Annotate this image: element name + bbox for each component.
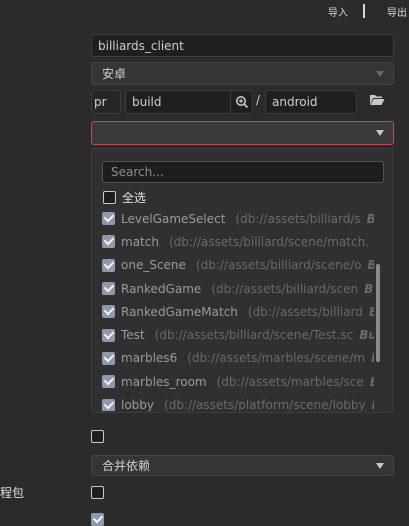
option-checkbox-2[interactable] — [91, 486, 104, 499]
select-all-checkbox[interactable] — [103, 191, 116, 204]
item-bundle-tag: Bundle — [367, 212, 374, 226]
item-bundle-tag: Bundle — [370, 375, 374, 389]
list-item[interactable]: one_Scene (db://assets/billiard/scene/o Bu… — [102, 254, 374, 277]
item-checkbox[interactable] — [102, 282, 115, 296]
item-bundle-tag: Bundle — [371, 351, 374, 365]
search-placeholder: Search... — [111, 165, 164, 179]
path-separator: / — [256, 93, 261, 107]
list-item[interactable]: LevelGameSelect (db://assets/billiard/s Bu… — [102, 207, 374, 230]
item-path: (db://assets/billiard — [247, 304, 363, 319]
item-checkbox[interactable] — [102, 328, 115, 342]
item-checkbox[interactable] — [102, 305, 115, 319]
setting-label: 程包 — [0, 486, 25, 500]
list-item[interactable]: match(db://assets/billiard/scene/match.B… — [102, 230, 374, 253]
path-prefix: pr — [91, 90, 121, 114]
item-path: (db://assets/platform/scene/lobby — [164, 398, 366, 411]
chevron-down-icon — [376, 130, 384, 136]
item-checkbox[interactable] — [102, 212, 115, 226]
item-path: (db://assets/billiard/scene/Test.sc — [154, 328, 354, 343]
path-prefix-label: pr — [94, 95, 107, 109]
scrollbar-thumb[interactable] — [376, 264, 380, 362]
item-bundle-tag: Bundle — [372, 398, 374, 411]
build-dir-input[interactable]: build — [125, 90, 231, 114]
select-all-row[interactable]: 全选 — [103, 189, 146, 206]
option-checkbox-1[interactable] — [91, 430, 104, 443]
search-input[interactable]: Search... — [102, 161, 384, 183]
merge-deps-value: 合并依赖 — [102, 459, 151, 473]
folder-button[interactable] — [362, 88, 392, 112]
item-checkbox[interactable] — [102, 398, 115, 411]
folder-open-icon — [370, 95, 385, 105]
list-item[interactable]: RankedGameMatch (db://assets/billiard Bund… — [102, 300, 374, 323]
item-name: match — [121, 234, 159, 249]
item-checkbox[interactable] — [102, 351, 115, 365]
platform-select: 安卓 — [91, 62, 394, 85]
item-name: RankedGame — [121, 281, 202, 296]
list-item[interactable]: marbles_room (db://assets/marbles/sce Bund… — [102, 370, 374, 393]
item-bundle-tag: Bundle — [369, 305, 374, 319]
item-bundle-tag: Bundle — [359, 328, 374, 343]
bundle-dropdown-popup: Search... 全选 LevelGameSelect (db://assets… — [91, 148, 393, 413]
chevron-down-icon — [376, 70, 384, 77]
item-bundle-tag: Bundle — [364, 281, 374, 296]
item-path: (db://assets/billiard/scen — [211, 281, 359, 296]
build-dir-value: build — [132, 95, 162, 109]
item-checkbox[interactable] — [102, 235, 115, 249]
list-item[interactable]: RankedGame (db://assets/billiard/scen Bund… — [102, 277, 374, 300]
item-path: (db://assets/billiard/scene/match. — [168, 234, 369, 249]
item-name: RankedGameMatch — [121, 304, 238, 319]
item-checkbox[interactable] — [102, 375, 115, 389]
list-item[interactable]: lobby (db://assets/platform/scene/lobby Bu… — [102, 393, 374, 411]
merge-deps-select[interactable]: 合并依赖 — [91, 455, 394, 476]
item-path: (db://assets/billiard/s — [235, 211, 361, 226]
item-checkbox[interactable] — [102, 258, 115, 272]
list-item[interactable]: marbles6 (db://assets/marbles/scene/m Bund… — [102, 347, 374, 370]
bundle-list: LevelGameSelect (db://assets/billiard/s Bu… — [102, 207, 374, 411]
option-checkbox-3[interactable] — [91, 513, 104, 526]
app-name-field[interactable]: billiards_client — [91, 34, 394, 57]
list-item[interactable]: Test (db://assets/billiard/scene/Test.sc B… — [102, 323, 374, 346]
export-link[interactable]: 导出 — [387, 4, 407, 19]
item-path: (db://assets/marbles/scene/m — [187, 351, 366, 366]
item-path: (db://assets/marbles/sce — [216, 374, 364, 389]
item-name: marbles6 — [121, 351, 178, 366]
select-all-label: 全选 — [122, 191, 147, 205]
chevron-down-icon — [376, 462, 384, 469]
bundle-select[interactable] — [91, 121, 394, 145]
item-bundle-tag: Bundle — [368, 258, 374, 272]
app-name-value: billiards_client — [98, 38, 184, 53]
header-separator — [363, 4, 365, 18]
item-name: LevelGameSelect — [121, 211, 226, 226]
platform-value: 安卓 — [102, 67, 127, 81]
item-name: lobby — [121, 398, 155, 411]
item-path: (db://assets/billiard/scene/o — [195, 258, 362, 273]
item-name: marbles_room — [121, 374, 207, 389]
android-dir-input[interactable]: android — [265, 90, 357, 114]
item-name: one_Scene — [121, 258, 186, 273]
android-dir-value: android — [272, 95, 318, 109]
item-name: Test — [121, 328, 145, 343]
search-icon-button[interactable] — [231, 90, 253, 114]
import-link[interactable]: 导入 — [328, 4, 348, 19]
zoom-in-icon — [235, 96, 248, 109]
